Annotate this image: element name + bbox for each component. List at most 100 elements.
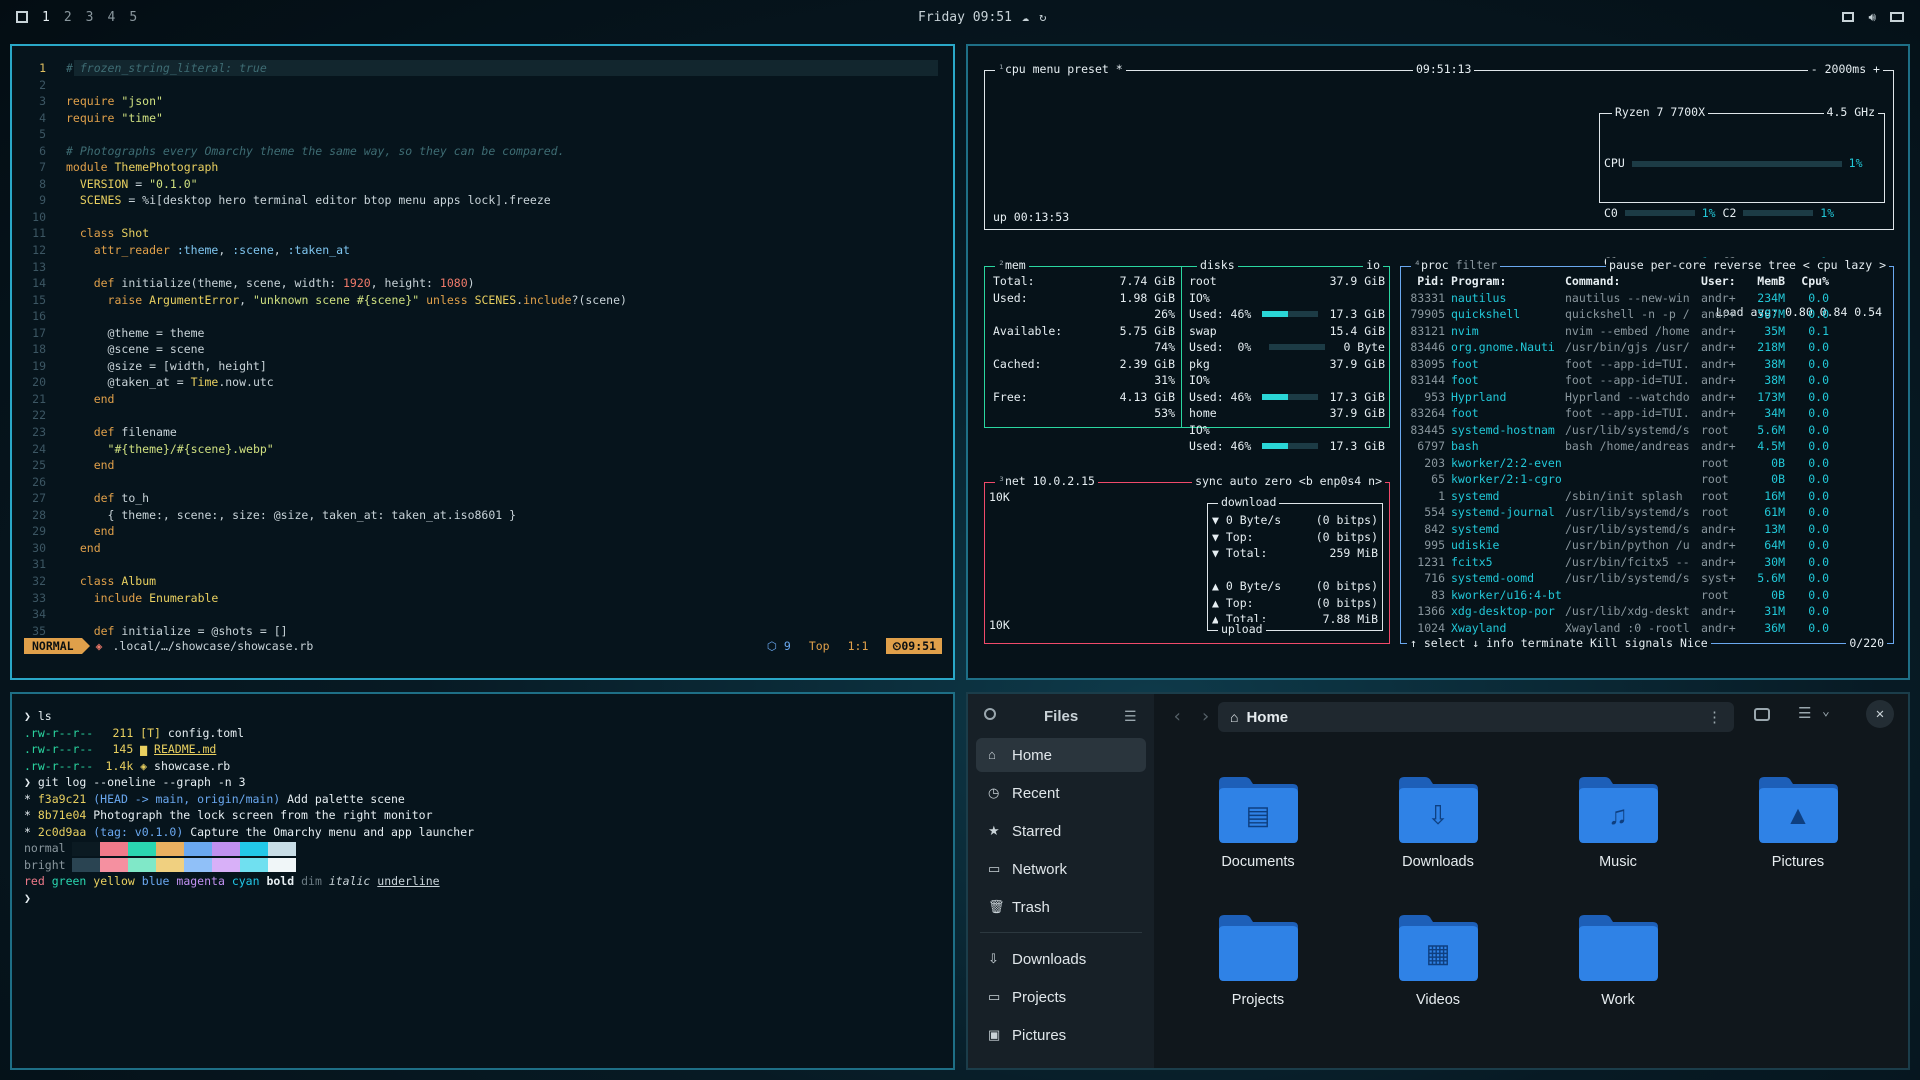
sidebar-item-home[interactable]: ⌂ Home <box>976 738 1146 772</box>
home-icon: ⌂ <box>1230 709 1239 725</box>
path-menu-icon[interactable]: ⋮ <box>1707 708 1722 726</box>
sidebar-item-pictures[interactable]: ▣ Pictures <box>976 1018 1146 1052</box>
proc-pid: 83121 <box>1410 323 1445 338</box>
download-label: download <box>1218 495 1280 509</box>
ls-entry: .rw-r--r-- 1.4k ◈ showcase.rb <box>24 758 474 775</box>
code-line: 34 <box>24 606 627 623</box>
screenshot-icon[interactable] <box>1754 708 1770 721</box>
proc-box: ⁴proc filter pause per-core reverse tree… <box>1400 258 1894 650</box>
proc-footer[interactable]: ↑ select ↓ info terminate Kill signals N… <box>1407 636 1711 650</box>
disk-label: IO% <box>1189 422 1210 437</box>
location-bar[interactable]: ⌂ Home ⋮ <box>1218 702 1734 732</box>
code-area[interactable]: 1 # frozen_string_literal: true 2 3 require … <box>24 60 627 639</box>
proc-row[interactable]: 6797 bash bash /home/andreas andr+ 4.5M 0.0 <box>1405 438 1883 455</box>
proc-row[interactable]: 203 kworker/2:2-even root 0B 0.0 <box>1405 455 1883 472</box>
proc-prog: kworker/2:2-even <box>1451 455 1562 470</box>
proc-row[interactable]: 83446 org.gnome.Nauti/usr/bin/gjs /usr/an… <box>1405 339 1883 356</box>
proc-user: root <box>1701 587 1729 602</box>
proc-row[interactable]: 842 systemd/usr/lib/systemd/s andr+ 13M 0.0 <box>1405 521 1883 538</box>
proc-row[interactable]: 554 systemd-journal/usr/lib/systemd/s root… <box>1405 504 1883 521</box>
sidebar-item-recent[interactable]: ◷ Recent <box>976 776 1146 810</box>
proc-row[interactable]: 83 kworker/u16:4-bt root 0B 0.0 <box>1405 587 1883 604</box>
proc-row[interactable]: 65 kworker/2:1-cgro root 0B 0.0 <box>1405 471 1883 488</box>
proc-row[interactable]: 1 systemd/sbin/init splash root 16M 0.0 <box>1405 488 1883 505</box>
code-line: 13 <box>24 259 627 276</box>
line-number: 3 <box>39 94 46 109</box>
terminal-window[interactable]: ❯ ls .rw-r--r-- 211 [T] config.toml .rw-r--… <box>10 692 955 1070</box>
workspace-4[interactable]: 4 <box>107 10 115 25</box>
code-line: 21 end <box>24 391 627 408</box>
folder-pictures[interactable]: ▲ Pictures <box>1738 774 1858 870</box>
workspace-2[interactable]: 2 <box>64 10 72 25</box>
proc-row[interactable]: 1366 xdg-desktop-por/usr/lib/xdg-deskt and… <box>1405 603 1883 620</box>
sidebar-item-downloads[interactable]: ⇩ Downloads <box>976 942 1146 976</box>
workspace-5[interactable]: 5 <box>129 10 137 25</box>
proc-header: Pid: Program: Command: User: MemB Cpu% <box>1405 273 1883 290</box>
folder-downloads[interactable]: ⇩ Downloads <box>1378 774 1498 870</box>
code-line: 32 class Album <box>24 573 627 590</box>
disk-value: 17.3 GiB <box>1329 389 1385 404</box>
cloud-icon[interactable]: ☁ <box>1022 10 1029 24</box>
code-line: 5 <box>24 126 627 143</box>
workspace-3[interactable]: 3 <box>86 10 94 25</box>
proc-row[interactable]: 83121 nvim nvim --embed /home andr+ 35M 0.1 <box>1405 323 1883 340</box>
style-sample: red <box>24 874 45 888</box>
sidebar-item-trash[interactable]: 🗑︎ Trash <box>976 890 1146 924</box>
commit-hash: 2c0d9aa <box>37 824 94 839</box>
line-number: 15 <box>32 292 46 307</box>
net-options[interactable]: sync auto zero <b enp0s4 n> <box>1192 474 1385 488</box>
terminal-output[interactable]: ❯ ls .rw-r--r-- 211 [T] config.toml .rw-r--… <box>24 708 474 906</box>
proc-title[interactable]: ⁴proc filter <box>1411 258 1501 272</box>
sidebar-item-projects[interactable]: ▭ Projects <box>976 980 1146 1014</box>
clock[interactable]: Friday 09:51 <box>918 10 1012 25</box>
workspace-1[interactable]: 1 <box>42 10 50 25</box>
files-main: ‹ › ⌂ Home ⋮ ☰ ⌄ ✕ ▤ Documents ⇩ Downloads ♫… <box>1154 694 1908 1068</box>
files-window[interactable]: Files ☰ ⌂ Home ◷ Recent ★ Starred ▭ Network 🗑︎ Tr… <box>966 692 1910 1070</box>
folder-music[interactable]: ♫ Music <box>1558 774 1678 870</box>
list-view-icon[interactable]: ☰ <box>1798 704 1811 722</box>
folder-projects[interactable]: Projects <box>1198 912 1318 1008</box>
proc-row[interactable]: 79905 quickshell quickshell -n -p / andr+ 58… <box>1405 306 1883 323</box>
sidebar-item-starred[interactable]: ★ Starred <box>976 814 1146 848</box>
folder-work[interactable]: Work <box>1558 912 1678 1008</box>
ls-entry: .rw-r--r-- 145 ▆ README.md <box>24 741 474 758</box>
refresh-icon[interactable]: ↻ <box>1039 10 1046 24</box>
hamburger-menu-icon[interactable]: ☰ <box>1124 708 1137 725</box>
forward-icon[interactable]: › <box>1200 706 1211 727</box>
line-text: @scene = scene <box>66 342 205 357</box>
editor-window[interactable]: 1 # frozen_string_literal: true 2 3 require … <box>10 44 955 680</box>
btop-window[interactable]: ¹cpu menu preset * 09:51:13 - 2000ms + u… <box>966 44 1910 680</box>
proc-options[interactable]: pause per-core reverse tree < cpu lazy > <box>1606 258 1889 272</box>
update-interval[interactable]: - 2000ms + <box>1807 62 1883 76</box>
proc-row[interactable]: 83095 foot foot --app-id=TUI. andr+ 38M 0.0 <box>1405 356 1883 373</box>
proc-row[interactable]: 995 udiskie/usr/bin/python /u andr+ 64M 0.0 <box>1405 537 1883 554</box>
view-options-icon[interactable]: ⌄ <box>1822 704 1830 719</box>
screen-icon[interactable] <box>1842 12 1855 22</box>
proc-mem: 173M <box>1757 389 1785 404</box>
proc-row[interactable]: 1231 fcitx5/usr/bin/fcitx5 -- andr+ 30M 0.0 <box>1405 554 1883 571</box>
cpu-tabs[interactable]: ¹cpu menu preset * <box>995 62 1126 76</box>
omarchy-logo-icon[interactable] <box>16 11 28 23</box>
color-swatch <box>184 841 212 856</box>
sidebar-item-network[interactable]: ▭ Network <box>976 852 1146 886</box>
back-icon[interactable]: ‹ <box>1172 706 1183 727</box>
battery-icon[interactable] <box>1890 12 1904 22</box>
code-line: 23 def filename <box>24 424 627 441</box>
folder-documents[interactable]: ▤ Documents <box>1198 774 1318 870</box>
proc-row[interactable]: 83144 foot foot --app-id=TUI. andr+ 38M 0.0 <box>1405 372 1883 389</box>
line-text: require "time" <box>66 110 163 125</box>
proc-row[interactable]: 953 Hyprland Hyprland --watchdo andr+ 173M 0.… <box>1405 389 1883 406</box>
proc-user: andr+ <box>1701 604 1736 618</box>
close-icon[interactable]: ✕ <box>1866 700 1894 728</box>
proc-row[interactable]: 83331 nautilus nautilus --new-win andr+ 234M… <box>1405 290 1883 307</box>
proc-row[interactable]: 83264 foot foot --app-id=TUI. andr+ 34M 0.0 <box>1405 405 1883 422</box>
folder-videos[interactable]: ▦ Videos <box>1378 912 1498 1008</box>
volume-icon[interactable]: 🔊︎ <box>1868 10 1876 25</box>
search-icon[interactable] <box>984 708 996 720</box>
proc-row[interactable]: 1024 Xwayland Xwayland :0 -rootl andr+ 36M 0.… <box>1405 620 1883 637</box>
color-swatch <box>268 841 296 856</box>
mem-row: 74% <box>993 339 1175 356</box>
proc-cpu: 0.0 <box>1808 554 1829 569</box>
proc-row[interactable]: 716 systemd-oomd/usr/lib/systemd/s syst+ 5.… <box>1405 570 1883 587</box>
proc-row[interactable]: 83445 systemd-hostnam/usr/lib/systemd/s ro… <box>1405 422 1883 439</box>
